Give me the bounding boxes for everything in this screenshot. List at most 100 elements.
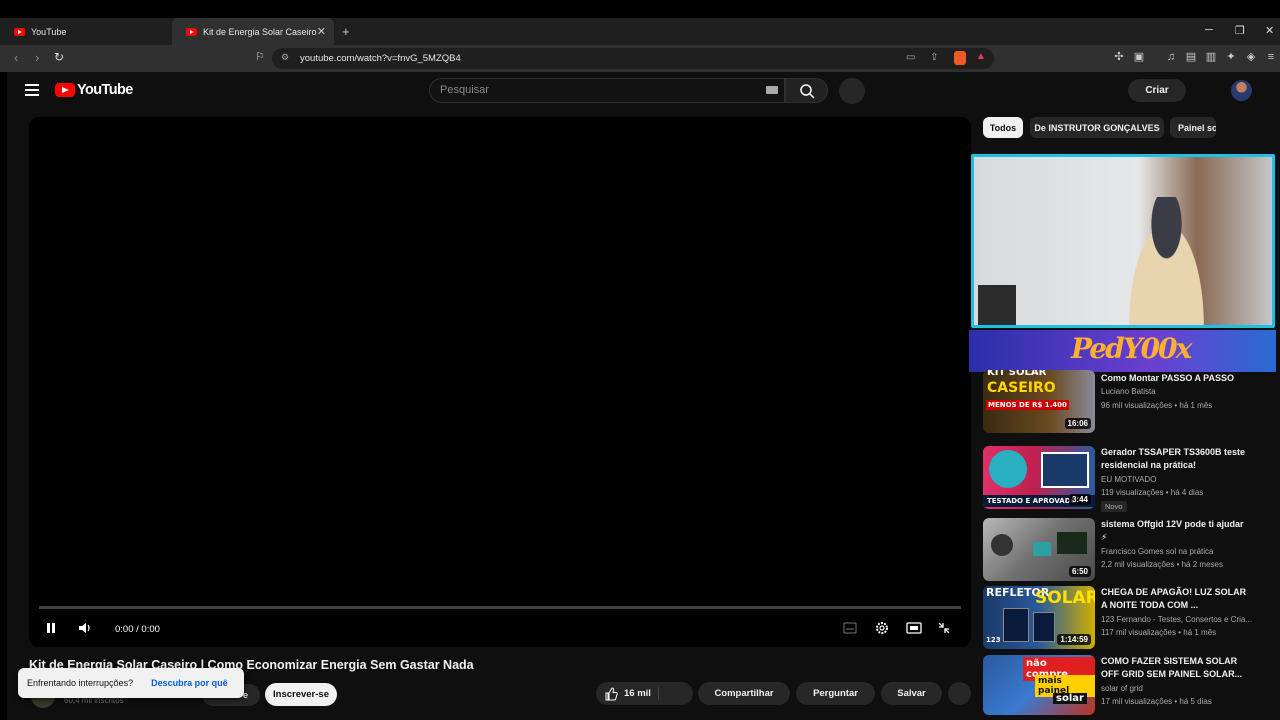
thumb-panel: [1003, 608, 1029, 642]
monitor-shape: [978, 285, 1016, 325]
recommendation-title[interactable]: Como Montar PASSO A PASSO: [1101, 372, 1247, 385]
forward-icon[interactable]: ›: [35, 50, 39, 65]
thumb-box: [1033, 542, 1051, 556]
chip-label: Todos: [989, 122, 1017, 133]
screenshot-icon[interactable]: ▣: [1133, 51, 1145, 63]
recommendation-item[interactable]: não compre mais painel solar COMO FAZER …: [983, 655, 1253, 715]
recommendation-item[interactable]: KIT SOLAR CASEIRO MENOS DE R$ 1.400 16:0…: [983, 370, 1253, 434]
toast-link[interactable]: Descubra por quê: [151, 678, 228, 688]
restore-icon[interactable]: ❐: [1235, 24, 1245, 37]
back-icon[interactable]: ‹: [14, 50, 18, 65]
video-thumbnail: REFLETOR SOLAR 123 1:14:59: [983, 586, 1095, 649]
video-thumbnail: não compre mais painel solar: [983, 655, 1095, 715]
recommendation-meta: 2,2 mil visualizações • há 2 meses: [1101, 560, 1223, 569]
ask-button[interactable]: Perguntar: [796, 682, 875, 705]
search-icon: [800, 84, 815, 99]
recommendation-item[interactable]: REFLETOR SOLAR 123 1:14:59 CHEGA DE APAG…: [983, 586, 1253, 650]
vpn-icon[interactable]: ◈: [1245, 51, 1257, 63]
ask-label: Perguntar: [813, 688, 858, 699]
recommendation-title[interactable]: Gerador TSSAPER TS3600B teste residencia…: [1101, 446, 1247, 472]
webcam-overlay: [971, 154, 1275, 328]
recommendation-meta: 96 mil visualizações • há 1 mês: [1101, 401, 1213, 410]
browser-tab-youtube[interactable]: YouTube: [0, 18, 170, 45]
thumbs-up-icon: [605, 686, 618, 700]
sidebar-icon[interactable]: ▤: [1185, 51, 1197, 63]
recommendation-channel[interactable]: EU MOTIVADO: [1101, 475, 1156, 484]
youtube-favicon-icon: [14, 27, 25, 36]
new-tab-icon[interactable]: +: [342, 24, 350, 39]
video-thumbnail: 6:50: [983, 518, 1095, 581]
cast-icon[interactable]: ▭: [906, 52, 915, 63]
logo-text: YouTube: [77, 82, 133, 98]
save-button[interactable]: Salvar: [881, 682, 942, 705]
recommendation-item[interactable]: TESTADO E APROVADO 3:44 Gerador TSSAPER …: [983, 446, 1253, 512]
settings-gear-icon[interactable]: [875, 621, 889, 635]
hamburger-menu-icon[interactable]: [25, 84, 39, 96]
search-button[interactable]: [785, 78, 828, 103]
recommendation-item[interactable]: 6:50 sistema Offgid 12V pode ti ajudar ⚡…: [983, 518, 1253, 582]
bookmark-icon[interactable]: ⚐: [255, 50, 265, 63]
extensions-icon[interactable]: ✣: [1113, 51, 1125, 63]
theater-mode-icon[interactable]: [906, 622, 922, 634]
recommendation-title[interactable]: CHEGA DE APAGÃO! LUZ SOLAR A NOITE TODA …: [1101, 586, 1247, 612]
streamer-figure: [1119, 197, 1214, 325]
brave-shield-icon[interactable]: [954, 51, 966, 65]
minimize-icon[interactable]: ─: [1205, 24, 1213, 36]
tab-title: Kit de Energia Solar Caseiro | Co: [203, 26, 319, 37]
url-text: youtube.com/watch?v=fnvG_5MZQB4: [300, 53, 461, 64]
avatar[interactable]: [1231, 80, 1252, 101]
youtube-page: YouTube Criar 0:00 / 0:00 Kit de Energia…: [7, 72, 1280, 720]
video-player[interactable]: 0:00 / 0:00: [29, 117, 971, 647]
leo-ai-icon[interactable]: ✦: [1225, 51, 1237, 63]
keyboard-icon[interactable]: [766, 86, 778, 94]
like-button[interactable]: 16 mil: [596, 682, 693, 705]
address-bar[interactable]: ⚙ youtube.com/watch?v=fnvG_5MZQB4 ▭ ⇪ ▲: [272, 48, 994, 69]
search-input[interactable]: [440, 84, 740, 96]
chip-label: Painel so: [1178, 122, 1216, 133]
banner-text: PedY00x: [1071, 332, 1192, 365]
browser-tab-video[interactable]: Kit de Energia Solar Caseiro | Co ✕: [172, 18, 334, 45]
thumb-battery: [1057, 532, 1087, 554]
create-label: Criar: [1145, 85, 1169, 96]
recommendation-channel[interactable]: Francisco Gomes sol na prática: [1101, 547, 1214, 556]
share-icon[interactable]: ⇪: [930, 52, 938, 63]
browser-tab-bar: YouTube Kit de Energia Solar Caseiro | C…: [0, 18, 1280, 45]
chip-solar-panel[interactable]: Painel so: [1170, 117, 1216, 138]
recommendation-channel[interactable]: 123 Fernando - Testes, Consertos e Cria.…: [1101, 615, 1252, 624]
voice-search-button[interactable]: [839, 78, 865, 104]
brave-rewards-icon[interactable]: ▲: [976, 51, 986, 62]
video-thumbnail: KIT SOLAR CASEIRO MENOS DE R$ 1.400 16:0…: [983, 370, 1095, 433]
save-label: Salvar: [897, 688, 926, 699]
music-icon[interactable]: ♫: [1165, 51, 1177, 63]
subscribe-label: Inscrever-se: [273, 689, 329, 700]
chip-from-channel[interactable]: De INSTRUTOR GONÇALVES: [1030, 117, 1164, 138]
youtube-logo[interactable]: YouTube: [55, 82, 133, 98]
chip-all[interactable]: Todos: [983, 117, 1023, 138]
reload-icon[interactable]: ↻: [54, 50, 64, 64]
site-info-icon[interactable]: ⚙: [281, 52, 289, 63]
recommendation-title[interactable]: sistema Offgid 12V pode ti ajudar ⚡: [1101, 518, 1247, 544]
exit-fullscreen-icon[interactable]: [937, 621, 951, 635]
recommendation-meta: 117 mil visualizações • há 1 mês: [1101, 628, 1217, 637]
close-window-icon[interactable]: ✕: [1265, 24, 1274, 37]
subscribe-button[interactable]: Inscrever-se: [265, 683, 337, 706]
create-button[interactable]: Criar: [1128, 79, 1186, 102]
youtube-play-icon: [55, 83, 75, 97]
thumb-circle: [989, 450, 1027, 488]
progress-bar[interactable]: [39, 606, 961, 609]
close-tab-icon[interactable]: ✕: [317, 25, 326, 38]
share-button[interactable]: Compartilhar: [698, 682, 790, 705]
thumb-generator: [1041, 452, 1089, 488]
tab-title: YouTube: [31, 26, 67, 37]
thumb-text: solar: [1053, 693, 1087, 704]
menu-icon[interactable]: ≡: [1265, 51, 1277, 63]
more-actions-button[interactable]: [948, 682, 971, 705]
volume-icon[interactable]: [77, 621, 93, 635]
pause-icon[interactable]: [44, 621, 58, 635]
recommendation-title[interactable]: COMO FAZER SISTEMA SOLAR OFF GRID SEM PA…: [1101, 655, 1247, 681]
recommendation-channel[interactable]: solar of grid: [1101, 684, 1143, 693]
subtitles-icon[interactable]: [843, 622, 857, 634]
share-label: Compartilhar: [714, 688, 774, 699]
recommendation-channel[interactable]: Luciano Batista: [1101, 387, 1156, 396]
wallet-icon[interactable]: ▥: [1205, 51, 1217, 63]
